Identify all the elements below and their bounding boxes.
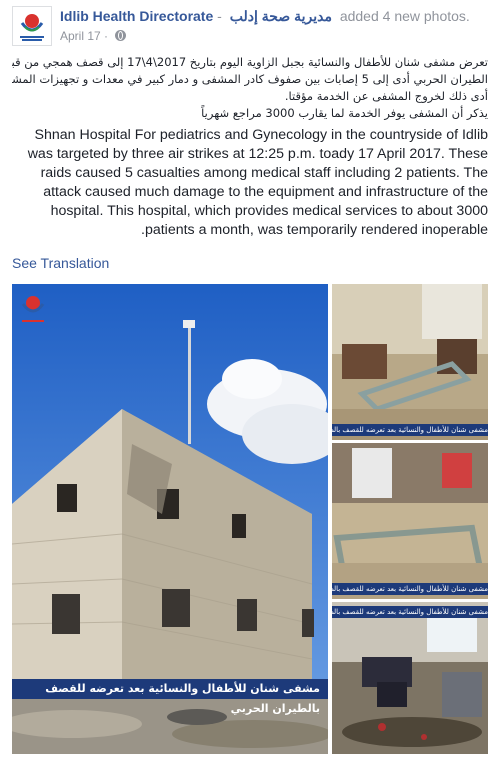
interior-damage-image-3	[332, 602, 488, 754]
title-separator: -	[217, 8, 222, 24]
interior-damage-image-1	[332, 284, 488, 440]
arabic-text-line-1: تعرض مشفى شنان للأطفال والنسائية بجبل ال…	[12, 55, 488, 69]
page-name-ar-link[interactable]: مديرية صحة إدلب	[230, 8, 332, 24]
post-header: Idlib Health Directorate - مديرية صحة إد…	[12, 6, 492, 46]
photo-main[interactable]: مشفى شنان للأطفال والنسائية بعد تعرضه لل…	[12, 284, 328, 754]
english-text: Shnan Hospital For pediatrics and Gyneco…	[27, 127, 488, 238]
post-date[interactable]: April 17	[60, 29, 101, 43]
post-body: تعرض مشفى شنان للأطفال والنسائية بجبل ال…	[12, 54, 488, 240]
see-translation-link[interactable]: See Translation	[12, 255, 109, 271]
side-photo-3-caption: مشفى شنان للأطفال والنسائية بعد تعرضه لل…	[332, 606, 488, 618]
photo-side-1[interactable]: مشفى شنان للأطفال والنسائية بعد تعرضه لل…	[332, 284, 488, 440]
side-photo-2-caption: مشفى شنان للأطفال والنسائية بعد تعرضه لل…	[332, 583, 488, 595]
post-meta: April 17 ·	[60, 29, 127, 43]
main-photo-caption: مشفى شنان للأطفال والنسائية بعد تعرضه لل…	[12, 679, 328, 715]
side-photo-1-caption: مشفى شنان للأطفال والنسائية بعد تعرضه لل…	[332, 424, 488, 436]
post-title-line: Idlib Health Directorate - مديرية صحة إد…	[60, 8, 470, 25]
photo-side-2[interactable]: مشفى شنان للأطفال والنسائية بعد تعرضه لل…	[332, 443, 488, 599]
interior-damage-image-2	[332, 443, 488, 599]
globe-icon[interactable]	[115, 30, 127, 41]
post-action-text: added 4 new photos.	[339, 8, 470, 24]
photo-side-3[interactable]: مشفى شنان للأطفال والنسائية بعد تعرضه لل…	[332, 602, 488, 754]
arabic-text-line-3: أدى ذلك لخروج المشفى عن الخدمة مؤقتا.	[284, 89, 488, 103]
directorate-logo-icon	[13, 7, 51, 45]
arabic-text-line-4: يذكر أن المشفى يوفر الخدمة لما يقارب 300…	[201, 106, 488, 120]
arabic-text-line-2: الطيران الحربي أدى إلى 5 إصابات بين صفوف…	[12, 72, 488, 86]
page-avatar[interactable]	[12, 6, 52, 46]
page-name-link[interactable]: Idlib Health Directorate	[60, 8, 213, 24]
